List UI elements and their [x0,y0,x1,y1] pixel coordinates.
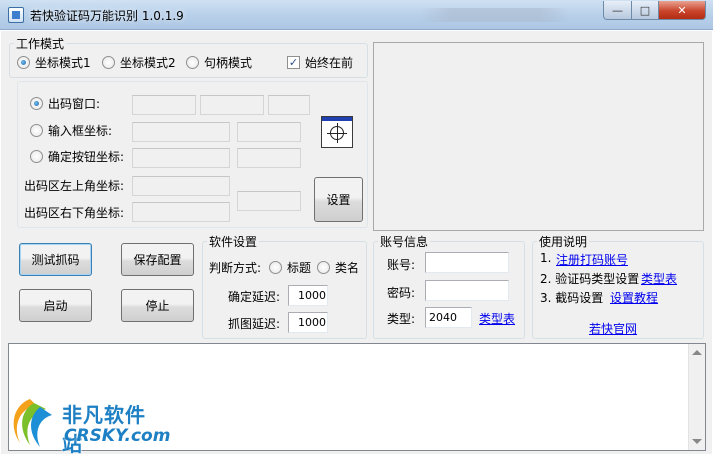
usage-legend: 使用说明 [539,235,588,249]
code-window-field-2 [200,95,264,115]
scroll-down-icon[interactable] [692,439,702,444]
judge-class-label[interactable]: 类名 [335,259,359,276]
mode-coord2-radio[interactable] [102,56,115,69]
code-window-field-3 [268,95,310,115]
username-label: 账号: [387,258,416,272]
confirm-coord-x-field [132,148,230,168]
mode-coord1-label[interactable]: 坐标模式1 [35,54,91,71]
capture-delay-input[interactable]: 1000 [288,312,328,333]
input-coord-label[interactable]: 输入框坐标: [48,122,112,139]
software-settings-legend: 软件设置 [209,235,258,249]
mode-coord2-label[interactable]: 坐标模式2 [120,54,176,71]
official-website-link[interactable]: 若快官网 [589,320,637,337]
client-area: 工作模式 坐标模式1 坐标模式2 句柄模式 ✓ 始终在前 出码窗口: 输入框坐标… [1,31,712,454]
register-account-link[interactable]: 注册打码账号 [556,251,628,268]
app-icon [8,7,24,23]
code-window-field-1 [132,95,196,115]
account-type-table-link[interactable]: 类型表 [479,310,515,327]
setup-tutorial-link[interactable]: 设置教程 [610,289,658,306]
type-label: 类型: [387,312,416,326]
area-extra-field [237,191,301,211]
log-scrollbar[interactable] [688,344,705,450]
judge-class-radio[interactable] [317,261,330,274]
username-input[interactable] [425,252,509,273]
blurred-title-area [420,8,570,22]
code-window-radio[interactable] [30,97,43,110]
usage-step1-prefix: 1. [540,251,552,265]
usage-step3-prefix: 3. 截码设置 [540,291,604,305]
input-coord-radio[interactable] [30,124,43,137]
area-bottomright-field [132,202,230,222]
save-config-button[interactable]: 保存配置 [121,243,194,276]
confirm-coord-y-field [237,148,301,168]
window-title: 若快验证码万能识别 1.0.1.9 [30,9,184,23]
code-window-label[interactable]: 出码窗口: [48,95,100,112]
capture-delay-label: 抓图延迟: [228,317,281,331]
input-coord-y-field [237,122,301,142]
watermark: 非凡软件站 CRSKY.com [0,393,170,454]
confirm-delay-label: 确定延迟: [228,290,281,304]
confirm-coord-radio[interactable] [30,150,43,163]
judge-title-radio[interactable] [269,261,282,274]
password-input[interactable] [425,280,509,301]
captcha-preview-panel [373,42,704,231]
mode-handle-radio[interactable] [186,56,199,69]
maximize-button[interactable]: □ [631,1,659,20]
close-button[interactable]: ✕ [658,1,706,20]
account-legend: 账号信息 [380,235,429,249]
confirm-coord-label[interactable]: 确定按钮坐标: [48,148,124,165]
judge-title-label[interactable]: 标题 [287,259,311,276]
crosshair-target-icon[interactable] [321,116,353,148]
area-topleft-field [132,176,230,196]
scroll-up-icon[interactable] [692,350,702,355]
always-on-top-label[interactable]: 始终在前 [305,54,353,71]
type-input[interactable]: 2040 [425,307,472,328]
stop-button[interactable]: 停止 [121,289,194,322]
start-button[interactable]: 启动 [19,289,92,322]
software-settings-group: 软件设置 [202,233,367,339]
input-coord-x-field [132,122,230,142]
watermark-logo-icon [13,399,52,447]
confirm-delay-input[interactable]: 1000 [288,285,328,306]
mode-handle-label[interactable]: 句柄模式 [204,54,252,71]
watermark-en-text: CRSKY.com [64,426,171,446]
mode-coord1-radio[interactable] [17,56,30,69]
judge-mode-label: 判断方式: [209,261,262,275]
minimize-button[interactable]: — [603,1,632,20]
usage-type-table-link[interactable]: 类型表 [641,270,677,287]
area-bottomright-label: 出码区右下角坐标: [24,206,125,220]
title-bar[interactable]: 若快验证码万能识别 1.0.1.9 — □ ✕ [0,0,713,30]
always-on-top-checkbox[interactable]: ✓ [287,56,300,69]
usage-step2-prefix: 2. 验证码类型设置 [540,272,640,286]
work-mode-legend: 工作模式 [16,37,65,51]
password-label: 密码: [387,286,416,300]
set-button[interactable]: 设置 [314,177,363,222]
area-topleft-label: 出码区左上角坐标: [24,179,125,193]
test-capture-button[interactable]: 测试抓码 [19,243,92,276]
